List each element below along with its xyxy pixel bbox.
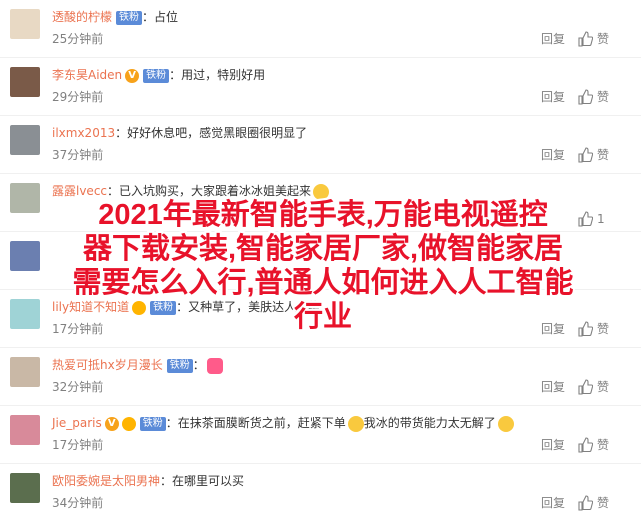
comment-username[interactable]: 欧阳委婉是太阳男神 [52,474,160,488]
comment-line: 透酸的柠檬 铁粉 ：占位 [52,8,178,26]
colon: ： [165,416,178,430]
like-label: 赞 [597,438,610,452]
comment-username[interactable]: ilxmx2013 [52,126,115,140]
comment-text: 在抹茶面膜断货之前，赶紧下单 [177,416,346,430]
like-button[interactable]: 赞 [577,436,627,454]
comment-line: 热爱可抵hx岁月漫长 铁粉： [52,356,223,374]
colon: ： [115,126,128,140]
medal-icon [121,416,136,431]
comment-username[interactable]: Jie_paris [52,416,102,430]
verified-icon: V [104,416,119,431]
colon: ： [142,10,155,24]
colon: ： [192,358,205,372]
like-button[interactable]: 赞 [577,146,627,164]
comment-item: 热爱可抵hx岁月漫长 铁粉： 32分钟前 回复 赞 [0,348,641,406]
headline-line: 器下载安装,智能家居厂家,做智能家居 [82,233,564,265]
heart-emoji-icon [206,357,223,374]
thumbs-up-icon [578,147,593,163]
verified-icon: V [125,68,140,83]
comment-line: 李东昊Aiden V 铁粉 ：用过，特别好用 [52,66,265,84]
avatar[interactable] [10,67,40,97]
reply-button[interactable]: 回复 [541,146,565,164]
avatar[interactable] [10,415,40,445]
comment-item: ilxmx2013：好好休息吧，感觉黑眼圈很明显了 37分钟前 回复 赞 [0,116,641,174]
headline-line: 行业 [293,301,352,333]
comment-text: 在哪里可以买 [172,474,245,488]
reply-button[interactable]: 回复 [541,494,565,512]
comment-username[interactable]: 透酸的柠檬 [52,10,112,24]
comment-text: 好好休息吧，感觉黑眼圈很明显了 [127,126,308,140]
thumbs-up-icon [578,437,593,453]
headline-line: 需要怎么入行,普通人如何进入人工智能 [72,267,574,299]
like-button[interactable]: 赞 [577,494,627,512]
like-button[interactable]: 赞 [577,88,627,106]
thumbs-up-icon [578,379,593,395]
comment-username[interactable]: 热爱可抵hx岁月漫长 [52,358,163,372]
fan-badge: 铁粉 [116,10,143,25]
avatar[interactable] [10,9,40,39]
comment-item: 透酸的柠檬 铁粉 ：占位 25分钟前 回复 赞 [0,0,641,58]
colon: ： [107,184,120,198]
colon: ： [169,68,182,82]
thumbs-up-icon [578,31,593,47]
thumbs-up-icon [578,495,593,511]
like-label: 赞 [597,90,610,104]
comment-username[interactable]: 李东昊Aiden [52,68,122,82]
reply-button[interactable]: 回复 [541,88,565,106]
comment-text: 用过，特别好用 [181,68,266,82]
reply-button[interactable]: 回复 [541,378,565,396]
comment-time: 29分钟前 [52,90,104,104]
comment-line: Jie_paris V 铁粉 ：在抹茶面膜断货之前，赶紧下单 我冰的带货能力太无解了 [52,414,514,432]
comment-line: ilxmx2013：好好休息吧，感觉黑眼圈很明显了 [52,124,307,142]
colon: ： [160,474,173,488]
comment-time: 25分钟前 [52,32,104,46]
comment-text-continued: 我冰的带货能力太无解了 [363,416,496,430]
comment-text: 占位 [154,10,179,24]
comment-item: Jie_paris V 铁粉 ：在抹茶面膜断货之前，赶紧下单 我冰的带货能力太无解了 1… [0,406,641,464]
comment-time: 17分钟前 [52,438,104,452]
fan-badge: 铁粉 [143,68,170,83]
avatar[interactable] [10,473,40,503]
reply-button[interactable]: 回复 [541,30,565,48]
like-button[interactable]: 赞 [577,378,627,396]
comment-time: 32分钟前 [52,380,104,394]
smile-emoji-icon [497,415,514,432]
like-label: 赞 [597,380,610,394]
like-label: 赞 [597,32,610,46]
cat-emoji-icon [347,415,364,432]
comment-time: 34分钟前 [52,496,104,510]
comment-time: 37分钟前 [52,148,104,162]
reply-button[interactable]: 回复 [541,436,565,454]
avatar[interactable] [10,357,40,387]
thumbs-up-icon [578,89,593,105]
fan-badge: 铁粉 [166,358,193,373]
avatar[interactable] [10,125,40,155]
like-label: 赞 [597,496,610,510]
comment-item: 李东昊Aiden V 铁粉 ：用过，特别好用 29分钟前 回复 赞 [0,58,641,116]
like-button[interactable]: 赞 [577,30,627,48]
comment-line: 欧阳委婉是太阳男神：在哪里可以买 [52,472,244,490]
fan-badge: 铁粉 [139,416,166,431]
like-label: 赞 [597,148,610,162]
headline-line: 2021年最新智能手表,万能电视遥控 [98,199,548,231]
comment-username[interactable]: 露露lvecc [52,184,107,198]
comment-item: 欧阳委婉是太阳男神：在哪里可以买 34分钟前 回复 赞 [0,464,641,521]
comment-text: 已入坑购买，大家跟着冰冰姐美起来 [119,184,312,198]
headline-overlay: 2021年最新智能手表,万能电视遥控 器下载安装,智能家居厂家,做智能家居 需要… [14,198,632,334]
